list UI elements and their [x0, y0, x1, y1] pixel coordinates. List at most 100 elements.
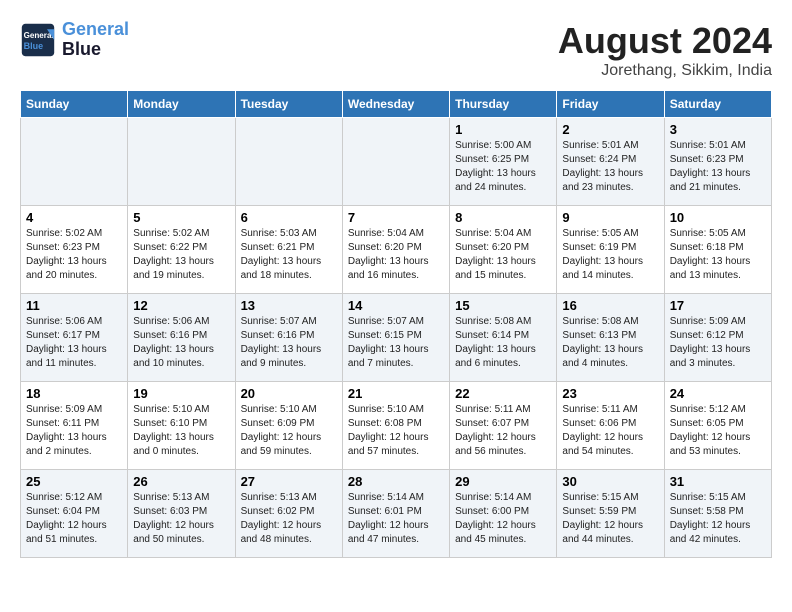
- day-info: Sunrise: 5:11 AM Sunset: 6:06 PM Dayligh…: [562, 403, 658, 459]
- day-info: Sunrise: 5:15 AM Sunset: 5:58 PM Dayligh…: [670, 491, 766, 547]
- calendar-cell: 24Sunrise: 5:12 AM Sunset: 6:05 PM Dayli…: [664, 382, 771, 470]
- day-info: Sunrise: 5:01 AM Sunset: 6:23 PM Dayligh…: [670, 139, 766, 195]
- day-info: Sunrise: 5:09 AM Sunset: 6:11 PM Dayligh…: [26, 403, 122, 459]
- day-info: Sunrise: 5:05 AM Sunset: 6:18 PM Dayligh…: [670, 227, 766, 283]
- day-number: 31: [670, 474, 766, 489]
- calendar-cell: 8 Sunrise: 5:04 AM Sunset: 6:20 PM Daylig…: [450, 206, 557, 294]
- calendar-cell: 22Sunrise: 5:11 AM Sunset: 6:07 PM Dayli…: [450, 382, 557, 470]
- day-info: Sunrise: 5:05 AM Sunset: 6:19 PM Dayligh…: [562, 227, 658, 283]
- week-row-3: 11Sunrise: 5:06 AM Sunset: 6:17 PM Dayli…: [21, 294, 772, 382]
- day-number: 6: [241, 210, 337, 225]
- calendar-cell: 28 Sunrise: 5:14 AM Sunset: 6:01 PM Dayli…: [342, 470, 449, 558]
- calendar-cell: 3 Sunrise: 5:01 AM Sunset: 6:23 PM Daylig…: [664, 118, 771, 206]
- day-number: 25: [26, 474, 122, 489]
- day-number: 19: [133, 386, 229, 401]
- weekday-header-sunday: Sunday: [21, 91, 128, 118]
- day-info: Sunrise: 5:00 AM Sunset: 6:25 PM Dayligh…: [455, 139, 551, 195]
- calendar-cell: [235, 118, 342, 206]
- weekday-header-saturday: Saturday: [664, 91, 771, 118]
- day-number: 14: [348, 298, 444, 313]
- day-number: 28: [348, 474, 444, 489]
- weekday-header-row: SundayMondayTuesdayWednesdayThursdayFrid…: [21, 91, 772, 118]
- day-info: Sunrise: 5:02 AM Sunset: 6:23 PM Dayligh…: [26, 227, 122, 283]
- day-number: 12: [133, 298, 229, 313]
- day-info: Sunrise: 5:09 AM Sunset: 6:12 PM Dayligh…: [670, 315, 766, 371]
- calendar-cell: 10 Sunrise: 5:05 AM Sunset: 6:18 PM Dayli…: [664, 206, 771, 294]
- day-number: 17: [670, 298, 766, 313]
- day-number: 18: [26, 386, 122, 401]
- calendar-cell: 5Sunrise: 5:02 AM Sunset: 6:22 PM Daylig…: [128, 206, 235, 294]
- calendar-cell: 21 Sunrise: 5:10 AM Sunset: 6:08 PM Dayli…: [342, 382, 449, 470]
- week-row-2: 4 Sunrise: 5:02 AM Sunset: 6:23 PM Daylig…: [21, 206, 772, 294]
- calendar-cell: 26Sunrise: 5:13 AM Sunset: 6:03 PM Dayli…: [128, 470, 235, 558]
- svg-text:Blue: Blue: [24, 41, 44, 51]
- day-number: 4: [26, 210, 122, 225]
- calendar-cell: 15 Sunrise: 5:08 AM Sunset: 6:14 PM Dayli…: [450, 294, 557, 382]
- day-number: 23: [562, 386, 658, 401]
- day-number: 10: [670, 210, 766, 225]
- day-number: 20: [241, 386, 337, 401]
- day-info: Sunrise: 5:08 AM Sunset: 6:13 PM Dayligh…: [562, 315, 658, 371]
- day-number: 5: [133, 210, 229, 225]
- location: Jorethang, Sikkim, India: [558, 62, 772, 80]
- calendar-cell: 14 Sunrise: 5:07 AM Sunset: 6:15 PM Dayli…: [342, 294, 449, 382]
- calendar-cell: 29 Sunrise: 5:14 AM Sunset: 6:00 PM Dayli…: [450, 470, 557, 558]
- day-info: Sunrise: 5:12 AM Sunset: 6:04 PM Dayligh…: [26, 491, 122, 547]
- calendar-cell: 12Sunrise: 5:06 AM Sunset: 6:16 PM Dayli…: [128, 294, 235, 382]
- calendar-cell: 6Sunrise: 5:03 AM Sunset: 6:21 PM Daylig…: [235, 206, 342, 294]
- calendar-cell: 9Sunrise: 5:05 AM Sunset: 6:19 PM Daylig…: [557, 206, 664, 294]
- day-number: 26: [133, 474, 229, 489]
- weekday-header-wednesday: Wednesday: [342, 91, 449, 118]
- day-info: Sunrise: 5:13 AM Sunset: 6:02 PM Dayligh…: [241, 491, 337, 547]
- day-info: Sunrise: 5:08 AM Sunset: 6:14 PM Dayligh…: [455, 315, 551, 371]
- day-number: 3: [670, 122, 766, 137]
- day-number: 8: [455, 210, 551, 225]
- day-info: Sunrise: 5:07 AM Sunset: 6:15 PM Dayligh…: [348, 315, 444, 371]
- calendar-cell: 4 Sunrise: 5:02 AM Sunset: 6:23 PM Daylig…: [21, 206, 128, 294]
- day-info: Sunrise: 5:10 AM Sunset: 6:10 PM Dayligh…: [133, 403, 229, 459]
- calendar-cell: 25 Sunrise: 5:12 AM Sunset: 6:04 PM Dayli…: [21, 470, 128, 558]
- day-info: Sunrise: 5:04 AM Sunset: 6:20 PM Dayligh…: [455, 227, 551, 283]
- calendar-cell: 18 Sunrise: 5:09 AM Sunset: 6:11 PM Dayli…: [21, 382, 128, 470]
- day-number: 30: [562, 474, 658, 489]
- day-info: Sunrise: 5:10 AM Sunset: 6:08 PM Dayligh…: [348, 403, 444, 459]
- weekday-header-tuesday: Tuesday: [235, 91, 342, 118]
- svg-text:General: General: [24, 31, 54, 40]
- day-number: 7: [348, 210, 444, 225]
- calendar-cell: 16 Sunrise: 5:08 AM Sunset: 6:13 PM Dayli…: [557, 294, 664, 382]
- calendar-cell: 31 Sunrise: 5:15 AM Sunset: 5:58 PM Dayli…: [664, 470, 771, 558]
- day-info: Sunrise: 5:10 AM Sunset: 6:09 PM Dayligh…: [241, 403, 337, 459]
- day-info: Sunrise: 5:11 AM Sunset: 6:07 PM Dayligh…: [455, 403, 551, 459]
- calendar-cell: 13Sunrise: 5:07 AM Sunset: 6:16 PM Dayli…: [235, 294, 342, 382]
- week-row-1: 1 Sunrise: 5:00 AM Sunset: 6:25 PM Daylig…: [21, 118, 772, 206]
- day-info: Sunrise: 5:14 AM Sunset: 6:00 PM Dayligh…: [455, 491, 551, 547]
- calendar-cell: [21, 118, 128, 206]
- calendar-cell: 7 Sunrise: 5:04 AM Sunset: 6:20 PM Daylig…: [342, 206, 449, 294]
- calendar-cell: 17 Sunrise: 5:09 AM Sunset: 6:12 PM Dayli…: [664, 294, 771, 382]
- calendar-cell: 2Sunrise: 5:01 AM Sunset: 6:24 PM Daylig…: [557, 118, 664, 206]
- calendar-cell: 27Sunrise: 5:13 AM Sunset: 6:02 PM Dayli…: [235, 470, 342, 558]
- day-number: 1: [455, 122, 551, 137]
- day-number: 24: [670, 386, 766, 401]
- day-number: 29: [455, 474, 551, 489]
- day-number: 15: [455, 298, 551, 313]
- calendar-cell: 30Sunrise: 5:15 AM Sunset: 5:59 PM Dayli…: [557, 470, 664, 558]
- day-info: Sunrise: 5:04 AM Sunset: 6:20 PM Dayligh…: [348, 227, 444, 283]
- day-info: Sunrise: 5:01 AM Sunset: 6:24 PM Dayligh…: [562, 139, 658, 195]
- page-header: General Blue GeneralBlue August 2024 Jor…: [20, 20, 772, 80]
- weekday-header-monday: Monday: [128, 91, 235, 118]
- calendar-cell: 11Sunrise: 5:06 AM Sunset: 6:17 PM Dayli…: [21, 294, 128, 382]
- week-row-4: 18 Sunrise: 5:09 AM Sunset: 6:11 PM Dayli…: [21, 382, 772, 470]
- day-number: 16: [562, 298, 658, 313]
- day-number: 21: [348, 386, 444, 401]
- weekday-header-friday: Friday: [557, 91, 664, 118]
- day-number: 13: [241, 298, 337, 313]
- calendar-table: SundayMondayTuesdayWednesdayThursdayFrid…: [20, 90, 772, 558]
- title-block: August 2024 Jorethang, Sikkim, India: [558, 20, 772, 80]
- day-number: 11: [26, 298, 122, 313]
- weekday-header-thursday: Thursday: [450, 91, 557, 118]
- calendar-cell: 19 Sunrise: 5:10 AM Sunset: 6:10 PM Dayli…: [128, 382, 235, 470]
- day-info: Sunrise: 5:14 AM Sunset: 6:01 PM Dayligh…: [348, 491, 444, 547]
- calendar-cell: 20 Sunrise: 5:10 AM Sunset: 6:09 PM Dayli…: [235, 382, 342, 470]
- calendar-cell: [342, 118, 449, 206]
